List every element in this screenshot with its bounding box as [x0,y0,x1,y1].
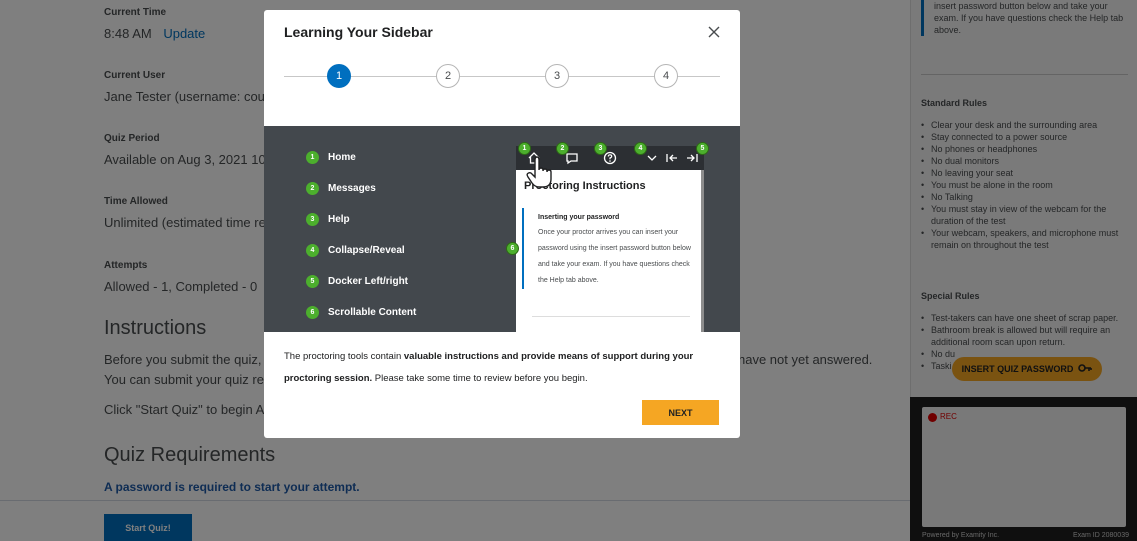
step-2[interactable]: 2 [436,64,460,88]
legend-label: Collapse/Reveal [328,245,405,256]
legend-number: 3 [306,213,319,226]
callout-badge: 4 [634,142,647,155]
callout-badge: 1 [518,142,531,155]
legend-item-home: 1 Home [306,142,416,173]
callout-badge: 6 [506,242,519,255]
sidebar-preview-illustration: 1 Home 2 Messages 3 Help 4 Collapse/Reve… [264,126,740,332]
legend-item-collapse: 4 Collapse/Reveal [306,235,416,266]
dock-left-icon [666,154,677,162]
legend-item-docker: 5 Docker Left/right [306,266,416,297]
modal-description: The proctoring tools contain valuable in… [284,346,720,390]
feature-legend: 1 Home 2 Messages 3 Help 4 Collapse/Reve… [306,142,416,328]
legend-label: Docker Left/right [328,276,409,287]
preview-sidebar-content: Proctoring Instructions Inserting your p… [516,170,704,332]
close-icon [708,26,720,38]
description-text-end: Please take some time to review before y… [372,373,588,384]
preview-subtitle: Inserting your password [538,214,620,221]
modal-title: Learning Your Sidebar [284,24,433,40]
legend-item-help: 3 Help [306,204,416,235]
pointer-hand-icon [526,156,552,188]
step-3[interactable]: 3 [545,64,569,88]
legend-number: 6 [306,306,319,319]
chevron-down-icon [647,155,657,161]
legend-label: Home [328,152,356,163]
preview-instructions: Inserting your password Once your procto… [522,208,698,289]
close-button[interactable] [704,22,724,42]
legend-number: 5 [306,275,319,288]
next-button[interactable]: NEXT [642,400,719,425]
legend-item-messages: 2 Messages [306,173,416,204]
preview-scrollbar [701,170,704,332]
preview-divider [532,316,690,317]
legend-label: Help [328,214,350,225]
learning-sidebar-modal: Learning Your Sidebar 1 2 3 4 1 Home 2 M… [264,10,740,438]
legend-number: 4 [306,244,319,257]
legend-label: Messages [328,183,376,194]
step-1[interactable]: 1 [327,64,351,88]
callout-badge: 2 [556,142,569,155]
legend-number: 1 [306,151,319,164]
preview-body: Once your proctor arrives you can insert… [538,229,691,284]
step-4[interactable]: 4 [654,64,678,88]
legend-label: Scrollable Content [328,307,417,318]
callout-badge: 3 [594,142,607,155]
legend-item-scrollable: 6 Scrollable Content [306,297,416,328]
legend-number: 2 [306,182,319,195]
callout-badge: 5 [696,142,709,155]
description-text: The proctoring tools contain [284,351,404,362]
